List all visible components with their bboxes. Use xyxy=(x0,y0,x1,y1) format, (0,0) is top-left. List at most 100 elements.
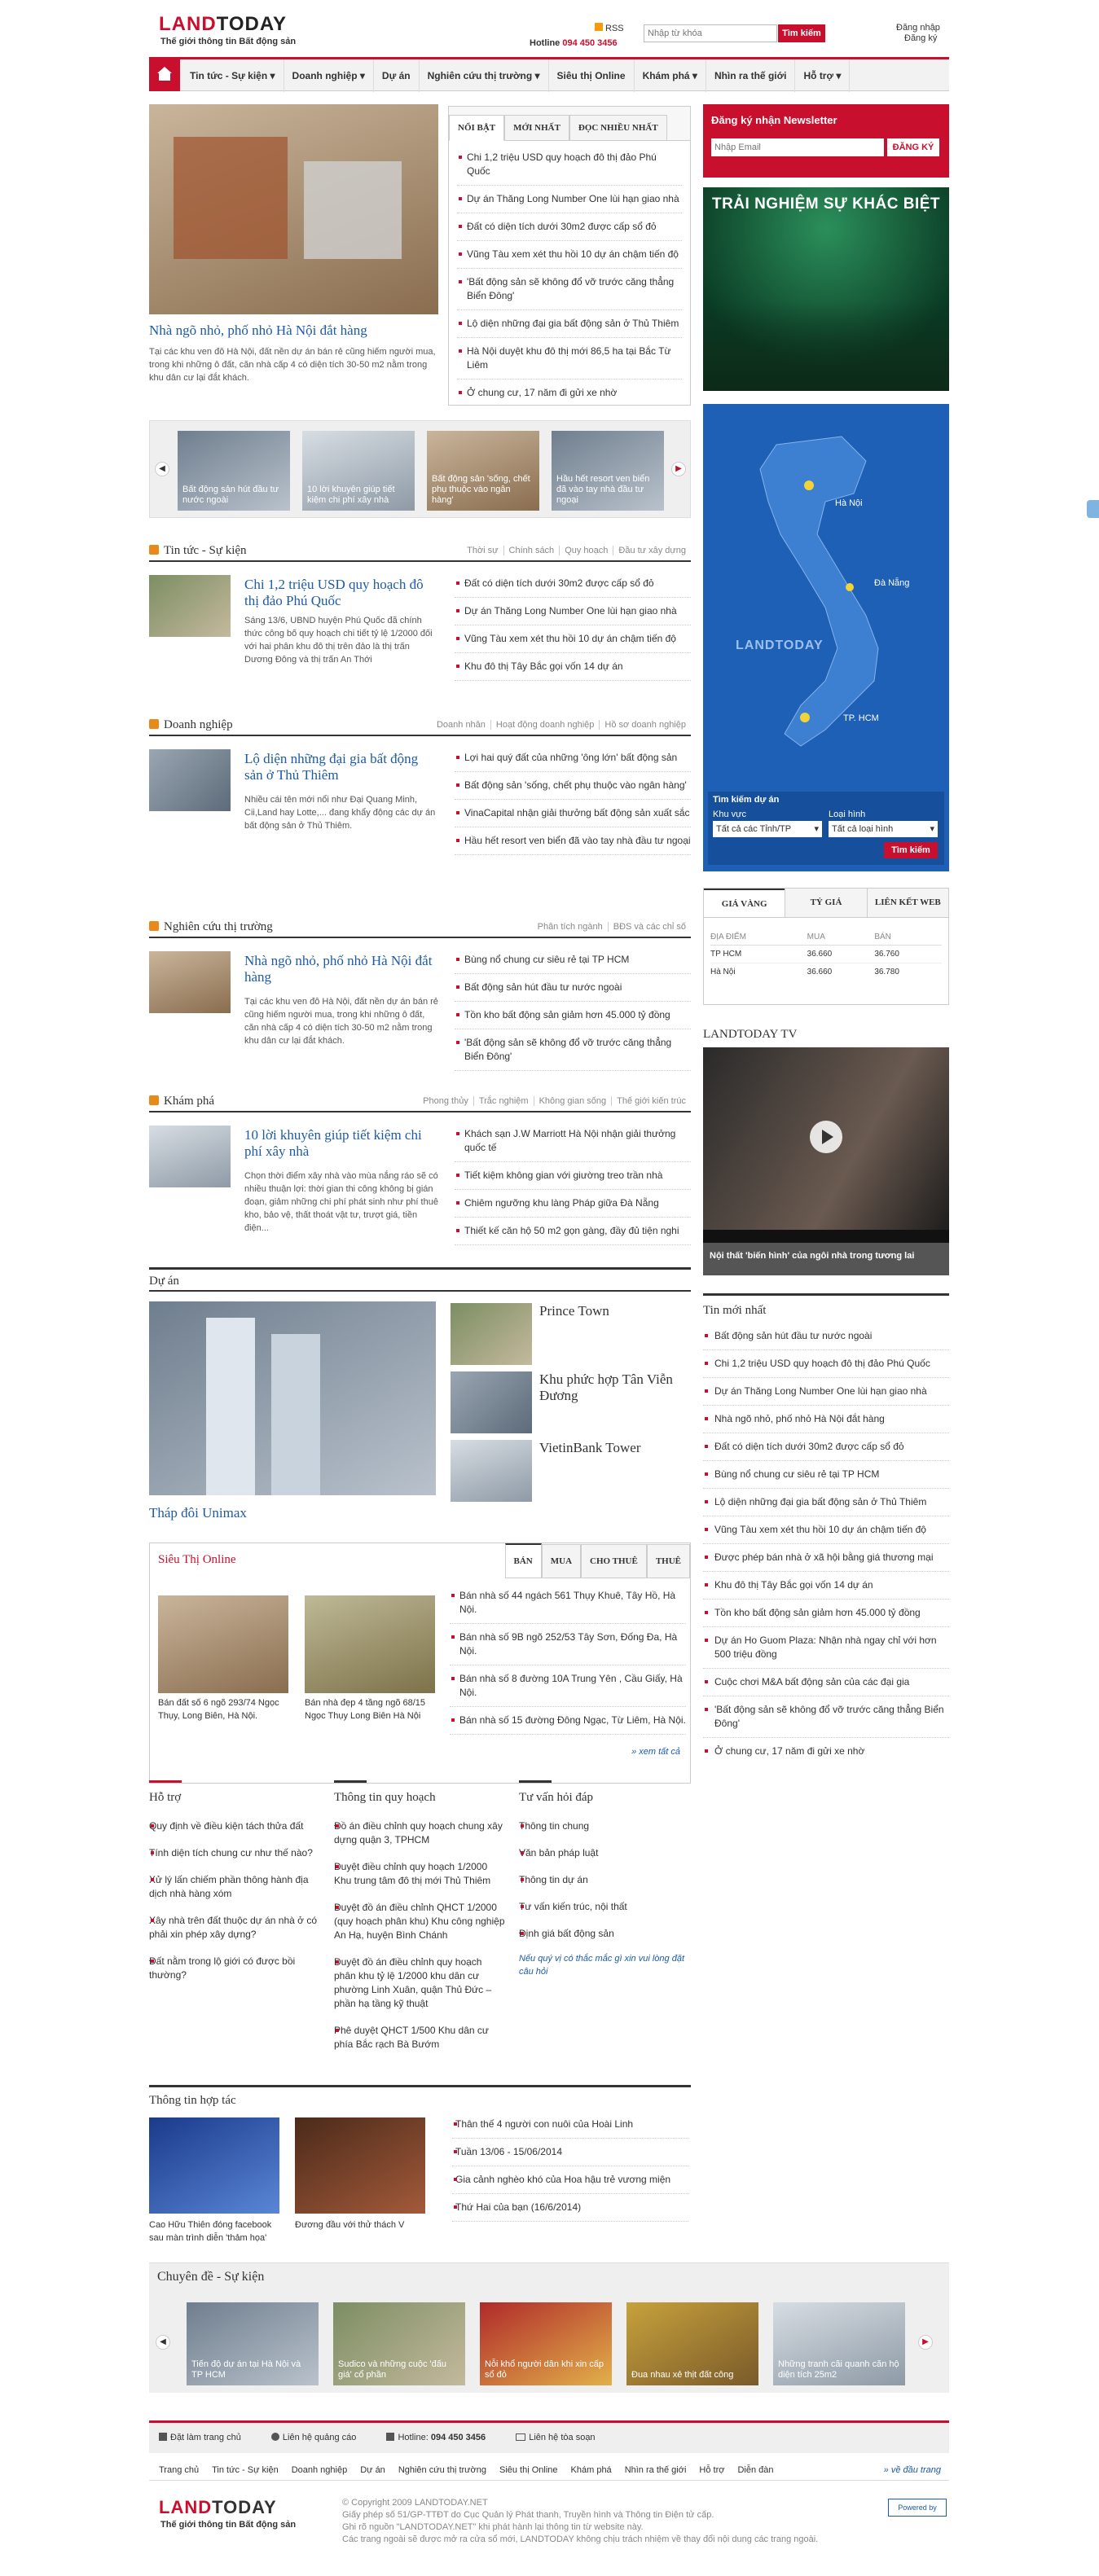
list-item[interactable]: Cuộc chơi M&A bất động sản của các đại g… xyxy=(703,1669,949,1696)
list-item[interactable]: Bất động sản hút đầu tư nước ngoài xyxy=(703,1323,949,1350)
powered-by-logo[interactable]: Powered by xyxy=(888,2499,947,2517)
project-main-title[interactable]: Tháp đôi Unimax xyxy=(149,1505,247,1521)
sub-link[interactable]: Doanh nhân xyxy=(432,720,490,730)
sub-link[interactable]: Phân tích ngành xyxy=(533,922,608,932)
explore-lead[interactable]: 10 lời khuyên giúp tiết kiệm chi phí xây… xyxy=(244,1127,440,1160)
feature-image[interactable] xyxy=(149,104,438,314)
tv-caption[interactable]: Nội thất 'biến hình' của ngôi nhà trong … xyxy=(703,1243,949,1275)
list-item[interactable]: Xây nhà trên đất thuộc dự án nhà ở có ph… xyxy=(149,1907,320,1948)
tab-weblinks[interactable]: Liên kết web xyxy=(866,889,948,917)
map-city-label[interactable]: Hà Nội xyxy=(835,498,863,508)
list-item[interactable]: Bùng nổ chung cư siêu rẻ tại TP HCM xyxy=(455,946,691,974)
list-item[interactable]: Vũng Tàu xem xét thu hồi 10 dự án chậm t… xyxy=(457,241,682,269)
topic-item[interactable]: Đua nhau xẻ thịt đất công xyxy=(626,2302,758,2385)
search-button[interactable]: Tìm kiếm xyxy=(778,24,825,42)
list-item[interactable]: Thân thế 4 người con nuôi của Hoài Linh xyxy=(452,2111,688,2139)
tab-exchange[interactable]: Tỷ giá xyxy=(785,889,867,917)
feature-title[interactable]: Nhà ngõ nhỏ, phố nhỏ Hà Nội đắt hàng xyxy=(149,323,438,339)
sub-link[interactable]: Phong thủy xyxy=(418,1096,473,1106)
list-item[interactable]: Dự án Thăng Long Number One lùi hạn giao… xyxy=(457,186,682,213)
carousel-item[interactable]: Hầu hết resort ven biển đã vào tay nhà đ… xyxy=(552,431,664,511)
register-link[interactable]: Đăng ký xyxy=(904,33,937,43)
sub-link[interactable]: Quy hoạch xyxy=(559,546,613,555)
nav-projects[interactable]: Dự án xyxy=(374,59,420,92)
sub-link[interactable]: Không gian sống xyxy=(533,1096,612,1106)
list-item[interactable]: Lộ diện những đại gia bất động sản ở Thủ… xyxy=(457,310,682,338)
news-lead[interactable]: Chi 1,2 triệu USD quy hoạch đô thị đảo P… xyxy=(244,577,440,609)
newsletter-submit-button[interactable]: Đăng ký xyxy=(887,138,939,156)
type-select[interactable]: Tất cả loại hình ▾ xyxy=(829,821,938,837)
topic-item[interactable]: Sudico và những cuộc 'đấu giá' cổ phần xyxy=(333,2302,465,2385)
set-homepage-link[interactable]: Đặt làm trang chủ xyxy=(170,2433,241,2442)
tv-title[interactable]: LANDTODAY TV xyxy=(703,1028,797,1042)
list-item[interactable]: Đất có diện tích dưới 30m2 được cấp sổ đ… xyxy=(457,213,682,241)
list-item[interactable]: Dự án Ho Guom Plaza: Nhận nhà ngay chỉ v… xyxy=(703,1627,949,1669)
news-image[interactable] xyxy=(149,575,231,637)
list-item[interactable]: Tính diện tích chung cư như thế nào? xyxy=(149,1840,320,1867)
list-item[interactable]: VinaCapital nhận giải thưởng bất động sả… xyxy=(455,800,691,827)
list-item[interactable]: 'Bất động sản sẽ không đổ vỡ trước căng … xyxy=(457,269,682,310)
list-item[interactable]: Xử lý lấn chiếm phần thông hành địa dịch… xyxy=(149,1867,320,1907)
topics-title[interactable]: Chuyên đề - Sự kiện xyxy=(157,2270,264,2284)
tab-lease[interactable]: Thuê xyxy=(646,1544,690,1578)
play-icon[interactable] xyxy=(810,1121,842,1153)
search-input[interactable] xyxy=(644,24,777,42)
office-contact-link[interactable]: Liên hệ tòa soạn xyxy=(529,2433,595,2442)
partner-image[interactable] xyxy=(295,2117,425,2214)
topics-next[interactable]: ▶ xyxy=(918,2335,933,2350)
tab-sell[interactable]: Bán xyxy=(504,1543,542,1578)
project-title[interactable]: Prince Town xyxy=(539,1303,686,1319)
list-item[interactable]: Ở chung cư, 17 năm đi gửi xe nhờ xyxy=(703,1738,949,1765)
footer-link[interactable]: Khám phá xyxy=(571,2465,612,2475)
list-item[interactable]: Lộ diện những đại gia bất động sản ở Thủ… xyxy=(703,1489,949,1516)
nav-support[interactable]: Hỗ trợ ▾ xyxy=(795,59,851,92)
support-title[interactable]: Hỗ trợ xyxy=(149,1780,182,1805)
list-item[interactable]: Nhà ngõ nhỏ, phố nhỏ Hà Nội đắt hàng xyxy=(703,1406,949,1433)
list-item[interactable]: Được phép bán nhà ở xã hội bằng giá thươ… xyxy=(703,1544,949,1572)
list-item[interactable]: Tiết kiệm không gian với giường treo trầ… xyxy=(455,1162,691,1190)
partner-image[interactable] xyxy=(149,2117,279,2214)
list-item[interactable]: Khu đô thị Tây Bắc gọi vốn 14 dự án xyxy=(455,653,691,681)
list-item[interactable]: Bán nhà số 44 ngách 561 Thụy Khuê, Tây H… xyxy=(450,1582,686,1624)
list-item[interactable]: Đất có diện tích dưới 30m2 được cấp sổ đ… xyxy=(703,1433,949,1461)
logo[interactable]: LANDTODAY xyxy=(159,13,287,36)
list-item[interactable]: Văn bản pháp luật xyxy=(519,1840,690,1867)
footer-logo[interactable]: LANDTODAY xyxy=(159,2497,277,2518)
research-lead[interactable]: Nhà ngõ nhỏ, phố nhỏ Hà Nội đắt hàng xyxy=(244,953,440,985)
advice-title[interactable]: Tư vấn hỏi đáp xyxy=(519,1780,593,1805)
project-main-image[interactable] xyxy=(149,1301,436,1495)
list-item[interactable]: Dự án Thăng Long Number One lùi hạn giao… xyxy=(455,598,691,625)
tab-most-read[interactable]: Đọc nhiều nhất xyxy=(569,115,667,141)
list-item[interactable]: Thông tin chung xyxy=(519,1813,690,1840)
list-item[interactable]: Duyệt điều chỉnh quy hoạch 1/2000 Khu tr… xyxy=(334,1854,505,1894)
side-share-icon[interactable] xyxy=(1087,500,1099,518)
list-item[interactable]: Khách sạn J.W Marriott Hà Nội nhận giải … xyxy=(455,1121,691,1162)
list-item[interactable]: Đất có diện tích dưới 30m2 được cấp sổ đ… xyxy=(455,570,691,598)
list-item[interactable]: Bất động sản hút đầu tư nước ngoài xyxy=(455,974,691,1002)
footer-link[interactable]: Nghiên cứu thị trường xyxy=(398,2465,486,2475)
list-item[interactable]: Bán nhà số 9B ngõ 252/53 Tây Sơn, Đống Đ… xyxy=(450,1624,686,1665)
list-item[interactable]: Vũng Tàu xem xét thu hồi 10 dự án chậm t… xyxy=(455,625,691,653)
tab-buy[interactable]: Mua xyxy=(541,1544,582,1578)
list-item[interactable]: Bán nhà số 8 đường 10A Trung Yên , Cầu G… xyxy=(450,1665,686,1707)
project-title[interactable]: VietinBank Tower xyxy=(539,1440,686,1456)
map-city-label[interactable]: Đà Nẵng xyxy=(874,578,909,588)
project-title[interactable]: Khu phức hợp Tân Viễn Đương xyxy=(539,1371,686,1404)
list-item[interactable]: Định giá bất động sản xyxy=(519,1920,690,1947)
list-item[interactable]: Vũng Tàu xem xét thu hồi 10 dự án chậm t… xyxy=(703,1516,949,1544)
list-item[interactable]: Duyệt đồ án điều chỉnh QHCT 1/2000 (quy … xyxy=(334,1894,505,1949)
latest-title[interactable]: Tin mới nhất xyxy=(703,1293,949,1318)
sub-link[interactable]: Chính sách xyxy=(503,546,560,555)
carousel-prev[interactable]: ◀ xyxy=(155,462,169,476)
rss-link[interactable]: RSS xyxy=(595,23,624,33)
carousel-item[interactable]: 10 lời khuyên giúp tiết kiệm chi phí xây… xyxy=(302,431,415,511)
list-item[interactable]: Lợi hai quý đất của những 'ông lớn' bất … xyxy=(455,744,691,772)
footer-link[interactable]: Siêu thị Online xyxy=(499,2465,558,2475)
topic-item[interactable]: Nỗi khổ người dân khi xin cấp sổ đỏ xyxy=(480,2302,612,2385)
topic-item[interactable]: Tiến độ dự án tại Hà Nội và TP HCM xyxy=(187,2302,319,2385)
ad-banner[interactable]: TRẢI NGHIỆM SỰ KHÁC BIỆT xyxy=(703,187,949,391)
list-item[interactable]: Bán nhà số 15 đường Đông Ngạc, Từ Liêm, … xyxy=(450,1707,686,1735)
list-item[interactable]: Bùng nổ chung cư siêu rẻ tại TP HCM xyxy=(703,1461,949,1489)
sub-link[interactable]: Hồ sơ doanh nghiệp xyxy=(599,720,691,730)
list-item[interactable]: Tuần 13/06 - 15/06/2014 xyxy=(452,2139,688,2166)
